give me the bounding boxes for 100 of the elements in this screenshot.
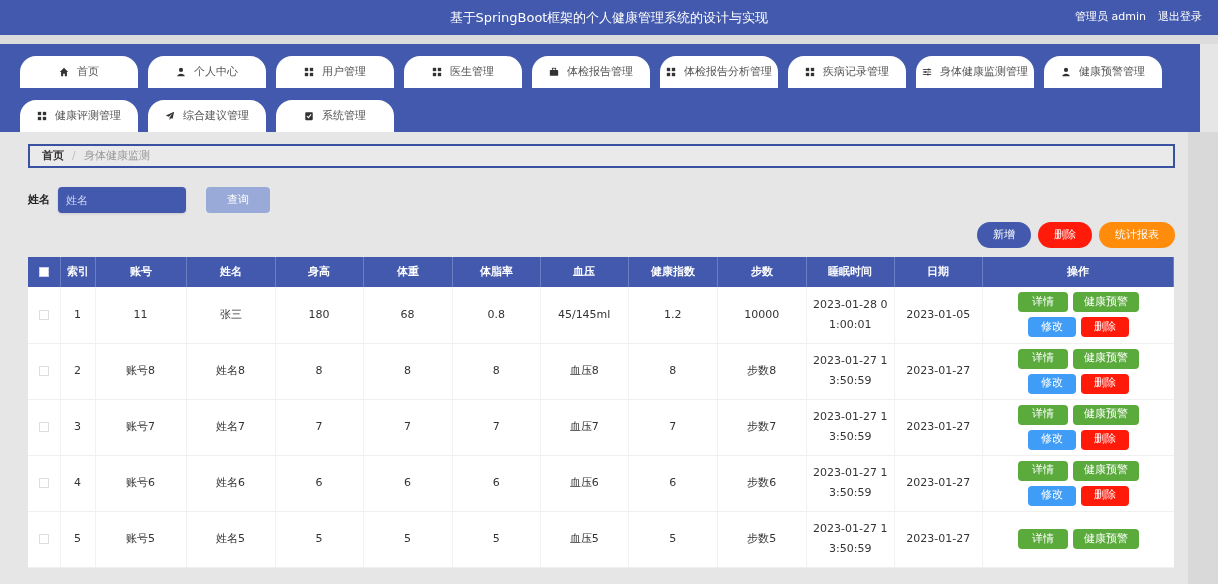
column-header: 睡眠时间 — [828, 264, 873, 278]
grid-icon — [37, 111, 47, 121]
table-cell: 2023-01-27 — [906, 476, 971, 489]
table-cell: 2023-01-27 — [906, 532, 971, 545]
admin-user-label: 管理员 admin — [1075, 9, 1146, 26]
row-checkbox[interactable] — [38, 533, 49, 544]
table-cell: 7 — [315, 420, 323, 433]
table-cell: 血压6 — [569, 476, 599, 489]
table-cell: 账号5 — [126, 532, 155, 545]
table-cell: 2023-01-05 — [906, 307, 971, 321]
nav-tab[interactable]: 体检报告分析管理 — [660, 56, 778, 88]
nav-tab[interactable]: 用户管理 — [276, 56, 394, 88]
search-button[interactable]: 查询 — [206, 187, 270, 213]
nav-tab[interactable]: 身体健康监测管理 — [916, 56, 1034, 88]
detail-button[interactable]: 详情 — [1017, 460, 1068, 481]
row-checkbox[interactable] — [38, 477, 49, 488]
table-cell: 步数8 — [747, 364, 777, 377]
health-warning-button[interactable]: 健康预警 — [1072, 292, 1139, 313]
add-button[interactable]: 新增 — [977, 222, 1031, 248]
delete-button[interactable]: 删除 — [1080, 317, 1129, 338]
sliders-icon — [922, 67, 932, 77]
nav-tab[interactable]: 综合建议管理 — [148, 100, 266, 132]
logout-link[interactable]: 退出登录 — [1158, 9, 1202, 26]
table-cell: 5 — [404, 532, 412, 545]
nav-tab[interactable]: 个人中心 — [148, 56, 266, 88]
grid-icon — [805, 67, 815, 77]
breadcrumb-current: 身体健康监测 — [83, 147, 150, 164]
home-icon — [59, 67, 69, 77]
table-cell: 2023-01-27 13:50:59 — [813, 522, 888, 555]
table-cell: 账号6 — [126, 476, 155, 489]
column-header: 日期 — [927, 264, 950, 278]
nav-tab[interactable]: 疾病记录管理 — [788, 56, 906, 88]
paper-plane-icon — [165, 111, 175, 121]
nav-tab[interactable]: 系统管理 — [276, 100, 394, 132]
table-cell: 步数7 — [747, 420, 777, 433]
health-warning-button[interactable]: 健康预警 — [1072, 348, 1139, 369]
detail-button[interactable]: 详情 — [1017, 404, 1068, 425]
health-warning-button[interactable]: 健康预警 — [1072, 460, 1139, 481]
nav-tab[interactable]: 首页 — [20, 56, 138, 88]
delete-button[interactable]: 删除 — [1038, 222, 1092, 248]
detail-button[interactable]: 详情 — [1017, 348, 1068, 369]
column-header: 身高 — [308, 264, 331, 278]
scrollbar-track[interactable] — [1188, 132, 1218, 584]
search-field[interactable]: 姓名 — [58, 187, 186, 213]
checkbox-icon — [304, 111, 314, 121]
health-warning-button[interactable]: 健康预警 — [1072, 529, 1139, 549]
column-header: 账号 — [129, 264, 152, 278]
table-cell: 账号7 — [126, 420, 155, 433]
report-button[interactable]: 统计报表 — [1099, 222, 1175, 248]
table-cell: 45/145ml — [557, 307, 611, 321]
table-cell: 5 — [492, 532, 500, 545]
table-cell: 7 — [404, 420, 412, 433]
table-cell: 血压7 — [569, 420, 599, 433]
app-title: 基于SpringBoot框架的个人健康管理系统的设计与实现 — [449, 8, 769, 27]
breadcrumb-separator: / — [72, 147, 76, 164]
table-cell: 1 — [74, 307, 81, 321]
table-cell: 8 — [492, 364, 500, 377]
delete-button[interactable]: 删除 — [1080, 429, 1129, 450]
health-warning-button[interactable]: 健康预警 — [1072, 404, 1139, 425]
table-cell: 3 — [74, 420, 81, 433]
table-cell: 5 — [669, 532, 677, 545]
detail-button[interactable]: 详情 — [1017, 529, 1068, 549]
edit-button[interactable]: 修改 — [1027, 373, 1076, 394]
column-header: 健康指数 — [650, 264, 695, 278]
select-all-checkbox[interactable] — [38, 266, 49, 277]
table-cell: 0.8 — [487, 307, 505, 321]
row-checkbox[interactable] — [38, 309, 49, 320]
row-checkbox[interactable] — [38, 365, 49, 376]
table-cell: 姓名7 — [216, 420, 246, 433]
column-header: 血压 — [573, 264, 596, 278]
delete-button[interactable]: 删除 — [1080, 485, 1129, 506]
grid-icon — [666, 67, 676, 77]
edit-button[interactable]: 修改 — [1027, 485, 1076, 506]
briefcase-icon — [549, 67, 559, 77]
table-cell: 6 — [492, 476, 500, 489]
table-cell: 11 — [133, 307, 148, 321]
edit-button[interactable]: 修改 — [1027, 317, 1076, 338]
table-cell: 姓名6 — [216, 476, 246, 489]
nav-tab[interactable]: 健康评测管理 — [20, 100, 138, 132]
table-cell: 8 — [315, 364, 323, 377]
delete-button[interactable]: 删除 — [1080, 373, 1129, 394]
row-checkbox[interactable] — [38, 421, 49, 432]
column-header: 体重 — [396, 264, 419, 278]
table-cell: 6 — [404, 476, 412, 489]
table-cell: 1.2 — [663, 307, 682, 321]
detail-button[interactable]: 详情 — [1017, 292, 1068, 313]
nav-tab[interactable]: 体检报告管理 — [532, 56, 650, 88]
breadcrumb-link[interactable]: 首页 — [42, 147, 64, 165]
table-cell: 10000 — [744, 307, 780, 321]
edit-button[interactable]: 修改 — [1027, 429, 1076, 450]
table-cell: 8 — [404, 364, 412, 377]
person-icon — [1061, 67, 1071, 77]
table-cell: 姓名8 — [216, 364, 246, 377]
table-cell: 6 — [669, 476, 677, 489]
search-label: 姓名 — [28, 191, 50, 208]
table-cell: 2023-01-27 — [906, 364, 971, 377]
table-cell: 180 — [308, 307, 330, 321]
table-cell: 2023-01-27 13:50:59 — [813, 466, 888, 499]
nav-tab[interactable]: 医生管理 — [404, 56, 522, 88]
nav-tab[interactable]: 健康预警管理 — [1044, 56, 1162, 88]
